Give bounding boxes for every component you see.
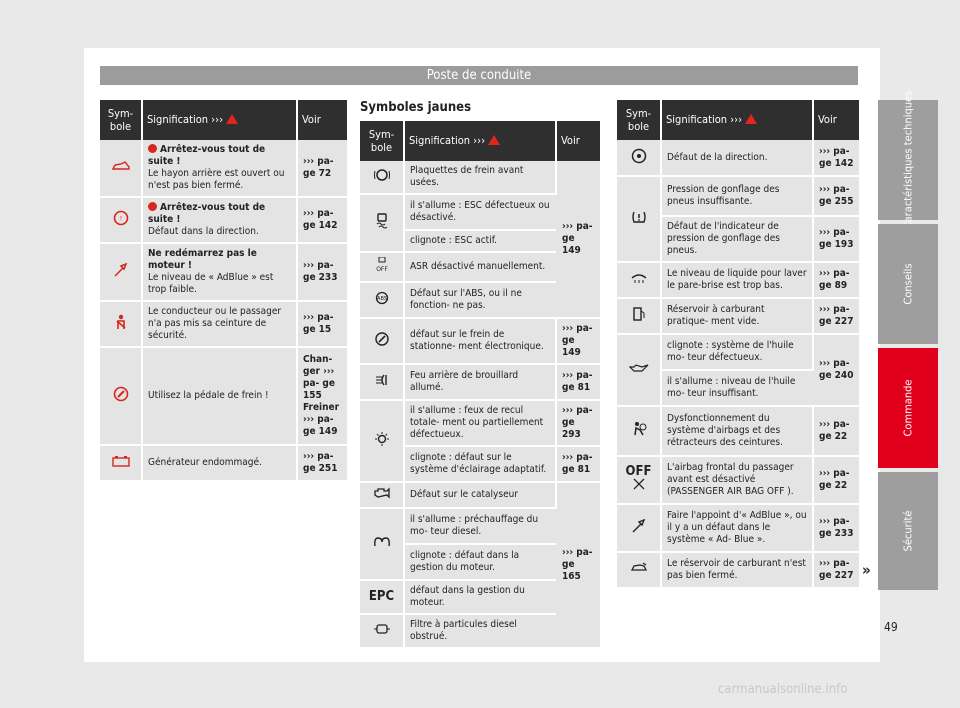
steering-fault-icon: ! [100, 197, 143, 244]
table-row: Arrêtez-vous tout de suite ! Le hayon arr… [100, 140, 347, 198]
washer-fluid-icon [617, 262, 662, 299]
see-reference[interactable]: ››› pa- ge 142 [813, 140, 859, 177]
table-row: Réservoir à carburant pratique- ment vid… [617, 298, 859, 335]
see-reference[interactable]: ››› pa- ge 22 [813, 406, 859, 457]
epc-icon: EPC [360, 580, 405, 615]
warning-icon [745, 114, 758, 124]
col-symbol-header: Sym- bole [100, 100, 143, 140]
see-reference[interactable]: ››› pa- ge 227 [813, 298, 859, 335]
table-row: Le conducteur ou le passager n'a pas mis… [100, 301, 347, 348]
warning-icon [226, 114, 239, 124]
see-reference[interactable]: ››› pa- ge 149 [556, 318, 600, 365]
tab-operation[interactable]: Commande [878, 348, 938, 468]
table-row: ! Arrêtez-vous tout de suite ! Défaut dan… [100, 197, 347, 244]
bulb-icon [360, 400, 405, 483]
table-row: Défaut sur le catalyseur ››› pa- ge 165 [360, 482, 600, 649]
table-row: Plaquettes de frein avant usées. ››› pa-… [360, 161, 600, 319]
see-reference[interactable]: ››› pa- ge 293 [556, 400, 600, 447]
col-see-header: Voir [556, 121, 600, 161]
see-reference[interactable]: ››› pa- ge 227 [813, 552, 859, 589]
fuel-icon [617, 298, 662, 335]
particle-filter-icon [360, 614, 405, 649]
yellow-symbols-table-2: Sym- bole Signification ››› Voir Défaut … [617, 100, 859, 589]
col-symbol-header: Sym- bole [617, 100, 662, 140]
parking-brake-icon [360, 318, 405, 365]
see-reference[interactable]: Chan- ger ››› pa- ge 155 Freiner ››› pa-… [297, 347, 347, 446]
watermark: carmanualsonline.info [718, 682, 848, 697]
esc-icon [360, 194, 405, 253]
table-row: Le réservoir de carburant n'est pas bien… [617, 552, 859, 589]
car-hatch-open-icon [100, 140, 143, 198]
see-reference[interactable]: ››› pa- ge 251 [297, 445, 347, 482]
continue-marker: » [862, 561, 871, 579]
rear-fog-icon [360, 364, 405, 401]
airbag-off-icon: OFF [617, 456, 662, 505]
see-reference[interactable]: ››› pa- ge 142 [297, 197, 347, 244]
adblue-icon [100, 243, 143, 302]
table-row: OFF L'airbag frontal du passager avant e… [617, 456, 859, 505]
brake-pedal-icon [100, 347, 143, 446]
see-reference[interactable]: ››› pa- ge 233 [813, 504, 859, 553]
see-reference[interactable]: ››› pa- ge 22 [813, 456, 859, 505]
seatbelt-icon [100, 301, 143, 348]
stop-dot-icon [148, 144, 157, 153]
see-reference[interactable]: ››› pa- ge 89 [813, 262, 859, 299]
tab-safety[interactable]: Sécurité [878, 472, 938, 590]
col-meaning-header: Signification ››› [404, 121, 557, 161]
table-row: il s'allume : feux de recul totale- ment… [360, 400, 600, 483]
see-reference[interactable]: ››› pa- ge 149 [556, 161, 600, 319]
abs-icon: ABS [360, 282, 405, 319]
table-row: Ne redémarrez pas le moteur ! Le niveau d… [100, 243, 347, 302]
col-meaning-header: Signification ››› [661, 100, 814, 140]
page-number: 49 [884, 620, 898, 634]
adblue-icon [617, 504, 662, 553]
yellow-symbols-table-1: Sym- bole Signification ››› Voir Plaquet… [360, 121, 600, 649]
svg-text:ABS: ABS [377, 296, 387, 302]
table-row: Faire l'appoint d'« AdBlue », ou il y a … [617, 504, 859, 553]
see-reference[interactable]: ››› pa- ge 240 [813, 334, 859, 407]
engine-icon [360, 482, 405, 509]
table-row: Défaut de la direction. ››› pa- ge 142 [617, 140, 859, 177]
see-reference[interactable]: ››› pa- ge 165 [556, 482, 600, 649]
battery-icon [100, 445, 143, 482]
table-row: Le niveau de liquide pour laver le pare-… [617, 262, 859, 299]
see-reference[interactable]: ››› pa- ge 255 [813, 176, 859, 217]
tab-technical[interactable]: Caractéristiques techniques [878, 91, 938, 229]
table-row: Dysfonctionnement du système d'airbags e… [617, 406, 859, 457]
red-symbols-table: Sym- bole Signification ››› Voir Arrêtez… [100, 100, 347, 482]
page-header: Poste de conduite [100, 66, 858, 85]
airbag-icon [617, 406, 662, 457]
table-row: Générateur endommagé. ››› pa- ge 251 [100, 445, 347, 482]
svg-text:OFF: OFF [376, 266, 388, 273]
asr-off-icon: OFF [360, 252, 405, 283]
tab-tips[interactable]: Conseils [878, 224, 938, 344]
col-see-header: Voir [813, 100, 859, 140]
see-reference[interactable]: ››› pa- ge 72 [297, 140, 347, 198]
warning-icon [488, 135, 501, 145]
table-row: Pression de gonflage des pneus insuffisa… [617, 176, 859, 263]
svg-text:!: ! [119, 216, 121, 223]
glow-plug-icon [360, 508, 405, 581]
table-row: défaut sur le frein de stationne- ment é… [360, 318, 600, 365]
see-reference[interactable]: ››› pa- ge 15 [297, 301, 347, 348]
steering-icon [617, 140, 662, 177]
see-reference[interactable]: ››› pa- ge 81 [556, 446, 600, 483]
table-row: clignote : système de l'huile mo- teur d… [617, 334, 859, 407]
col-see-header: Voir [297, 100, 347, 140]
fuel-cap-icon [617, 552, 662, 589]
col-meaning-header: Signification ››› [142, 100, 298, 140]
table-row: Utilisez la pédale de frein ! Chan- ger … [100, 347, 347, 446]
see-reference[interactable]: ››› pa- ge 81 [556, 364, 600, 401]
brake-pads-icon [360, 161, 405, 195]
see-reference[interactable]: ››› pa- ge 193 [813, 216, 859, 263]
oil-icon [617, 334, 662, 407]
col-symbol-header: Sym- bole [360, 121, 405, 161]
table-row: Feu arrière de brouillard allumé. ››› pa… [360, 364, 600, 401]
stop-dot-icon [148, 202, 157, 211]
see-reference[interactable]: ››› pa- ge 233 [297, 243, 347, 302]
section-title: Symboles jaunes [360, 100, 472, 115]
tyre-pressure-icon [617, 176, 662, 263]
